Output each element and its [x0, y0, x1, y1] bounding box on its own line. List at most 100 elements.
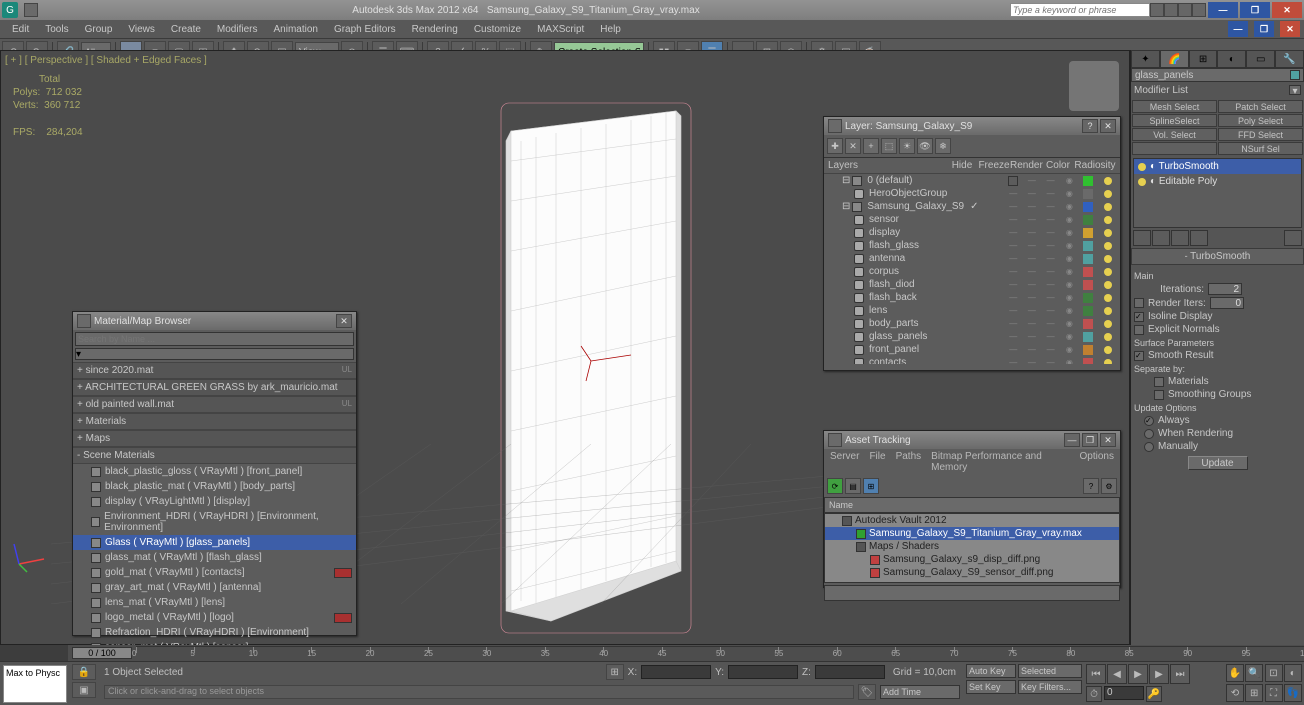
update-render-radio[interactable]	[1144, 429, 1154, 439]
layer-row[interactable]: lens———◉	[824, 304, 1120, 317]
asset-menu-item[interactable]: Bitmap Performance and Memory	[931, 451, 1069, 473]
current-frame-input[interactable]: 0	[1104, 686, 1144, 700]
asset-menu-item[interactable]: Options	[1080, 451, 1114, 473]
material-item[interactable]: logo_metal ( VRayMtl ) [logo]	[73, 610, 356, 625]
menu-modifiers[interactable]: Modifiers	[209, 22, 266, 37]
layer-row[interactable]: contacts———◉	[824, 356, 1120, 364]
comm-center-icon[interactable]	[1178, 3, 1192, 17]
material-item[interactable]: gray_art_mat ( VRayMtl ) [antenna]	[73, 580, 356, 595]
select-layer-button[interactable]: ⬚	[881, 138, 897, 154]
goto-end-button[interactable]: ⏭	[1170, 664, 1190, 684]
material-group[interactable]: + old painted wall.matUL	[73, 396, 356, 413]
material-item[interactable]: Glass ( VRayMtl ) [glass_panels]	[73, 535, 356, 550]
add-to-layer-button[interactable]: +	[863, 138, 879, 154]
highlight-layer-button[interactable]: ☀	[899, 138, 915, 154]
vp-orbit-button[interactable]: ⟲	[1226, 684, 1244, 702]
lock-selection-button[interactable]: 🔒	[72, 664, 96, 680]
material-search-input[interactable]	[75, 332, 354, 346]
material-item[interactable]: lens_mat ( VRayMtl ) [lens]	[73, 595, 356, 610]
make-unique-button[interactable]	[1171, 230, 1189, 246]
material-item[interactable]: black_plastic_gloss ( VRayMtl ) [front_p…	[73, 464, 356, 479]
modifier-set-button[interactable]: Patch Select	[1218, 100, 1303, 113]
update-manual-radio[interactable]	[1144, 442, 1154, 452]
asset-menu-item[interactable]: Server	[830, 451, 859, 473]
stack-item[interactable]: ◐ Editable Poly	[1134, 174, 1301, 189]
next-frame-button[interactable]: ▶	[1149, 664, 1169, 684]
modifier-set-button[interactable]: NSurf Sel	[1218, 142, 1303, 155]
menu-tools[interactable]: Tools	[37, 22, 76, 37]
panel-maximize-button[interactable]: ❐	[1082, 433, 1098, 447]
render-iters-checkbox[interactable]	[1134, 298, 1144, 308]
child-close-button[interactable]: ✕	[1280, 21, 1300, 37]
y-coord-input[interactable]	[728, 665, 798, 679]
vp-pan-button[interactable]: ✋	[1226, 664, 1244, 682]
time-slider[interactable]: 0 / 100 05101520253035404550556065707580…	[68, 645, 1304, 661]
maximize-button[interactable]: ❐	[1240, 2, 1270, 18]
layer-panel[interactable]: Layer: Samsung_Galaxy_S9?✕ ✚ ✕ + ⬚ ☀ 👁 ❄…	[823, 116, 1121, 371]
z-coord-input[interactable]	[815, 665, 885, 679]
tree-button[interactable]: ⊞	[863, 478, 879, 494]
hierarchy-tab[interactable]: ⊞	[1189, 50, 1218, 68]
minimize-button[interactable]: —	[1208, 2, 1238, 18]
help-button[interactable]: ?	[1083, 478, 1099, 494]
layer-row[interactable]: front_panel———◉	[824, 343, 1120, 356]
favorites-icon[interactable]	[1192, 3, 1206, 17]
material-item[interactable]: black_plastic_mat ( VRayMtl ) [body_part…	[73, 479, 356, 494]
motion-tab[interactable]: ◐	[1217, 50, 1246, 68]
modifier-set-button[interactable]: SplineSelect	[1132, 114, 1217, 127]
utilities-tab[interactable]: 🔧	[1275, 50, 1304, 68]
iterations-spinner[interactable]: 2	[1208, 283, 1242, 295]
panel-close-button[interactable]: ✕	[1100, 119, 1116, 133]
material-group[interactable]: + Maps	[73, 430, 356, 447]
refresh-button[interactable]: ⟳	[827, 478, 843, 494]
modifier-set-button[interactable]: Poly Select	[1218, 114, 1303, 127]
show-end-result-button[interactable]	[1152, 230, 1170, 246]
x-coord-input[interactable]	[641, 665, 711, 679]
explicit-normals-checkbox[interactable]	[1134, 325, 1144, 335]
new-layer-button[interactable]: ✚	[827, 138, 843, 154]
panel-close-button[interactable]: ✕	[336, 314, 352, 328]
hide-unhide-button[interactable]: 👁	[917, 138, 933, 154]
layer-row[interactable]: sensor———◉	[824, 213, 1120, 226]
asset-row[interactable]: Autodesk Vault 2012	[825, 514, 1119, 527]
menu-create[interactable]: Create	[163, 22, 209, 37]
update-always-radio[interactable]	[1144, 416, 1154, 426]
asset-row[interactable]: Samsung_Galaxy_S9_sensor_diff.png	[825, 566, 1119, 579]
material-group[interactable]: - Scene Materials	[73, 447, 356, 464]
asset-row[interactable]: Samsung_Galaxy_S9_Titanium_Gray_vray.max	[825, 527, 1119, 540]
key-mode-toggle[interactable]: 🔑	[1146, 686, 1162, 702]
asset-row[interactable]: Samsung_Galaxy_s9_disp_diff.png	[825, 553, 1119, 566]
vp-zoom-button[interactable]: 🔍	[1245, 664, 1263, 682]
asset-column-header[interactable]: Name	[824, 497, 1120, 513]
material-item[interactable]: gold_mat ( VRayMtl ) [contacts]	[73, 565, 356, 580]
material-browser-panel[interactable]: Material/Map Browser✕ ▾ + since 2020.mat…	[72, 311, 357, 636]
settings-button[interactable]: ⚙	[1101, 478, 1117, 494]
asset-row[interactable]: Maps / Shaders	[825, 540, 1119, 553]
object-name-field[interactable]: glass_panels	[1131, 68, 1304, 82]
modifier-list-dropdown[interactable]: ▾	[1289, 85, 1301, 95]
maxscript-listener[interactable]: Max to Physc	[3, 665, 67, 703]
delete-layer-button[interactable]: ✕	[845, 138, 861, 154]
layer-row[interactable]: corpus———◉	[824, 265, 1120, 278]
vp-zoom-all-button[interactable]: ⊞	[1245, 684, 1263, 702]
update-button[interactable]: Update	[1188, 456, 1248, 470]
goto-start-button[interactable]: ⏮	[1086, 664, 1106, 684]
key-filters-button[interactable]: Key Filters...	[1018, 680, 1082, 694]
panel-close-button[interactable]: ✕	[1100, 433, 1116, 447]
app-menu-icon[interactable]	[24, 3, 38, 17]
layer-row[interactable]: display———◉	[824, 226, 1120, 239]
material-item[interactable]: Refraction_HDRI ( VRayHDRI ) [Environmen…	[73, 625, 356, 640]
layer-row[interactable]: ⊟ 0 (default)——◉	[824, 174, 1120, 187]
material-group[interactable]: + since 2020.matUL	[73, 362, 356, 379]
help-icon[interactable]	[1164, 3, 1178, 17]
vp-max-toggle-button[interactable]: ⛶	[1265, 684, 1283, 702]
time-config-button[interactable]: ⏱	[1086, 686, 1102, 702]
abs-transform-button[interactable]: ⊞	[606, 664, 624, 680]
menu-customize[interactable]: Customize	[466, 22, 529, 37]
menu-edit[interactable]: Edit	[4, 22, 37, 37]
menu-maxscript[interactable]: MAXScript	[529, 22, 592, 37]
keyword-search[interactable]	[1010, 3, 1150, 17]
layer-row[interactable]: body_parts———◉	[824, 317, 1120, 330]
menu-help[interactable]: Help	[592, 22, 629, 37]
autokey-button[interactable]: Auto Key	[966, 664, 1016, 678]
